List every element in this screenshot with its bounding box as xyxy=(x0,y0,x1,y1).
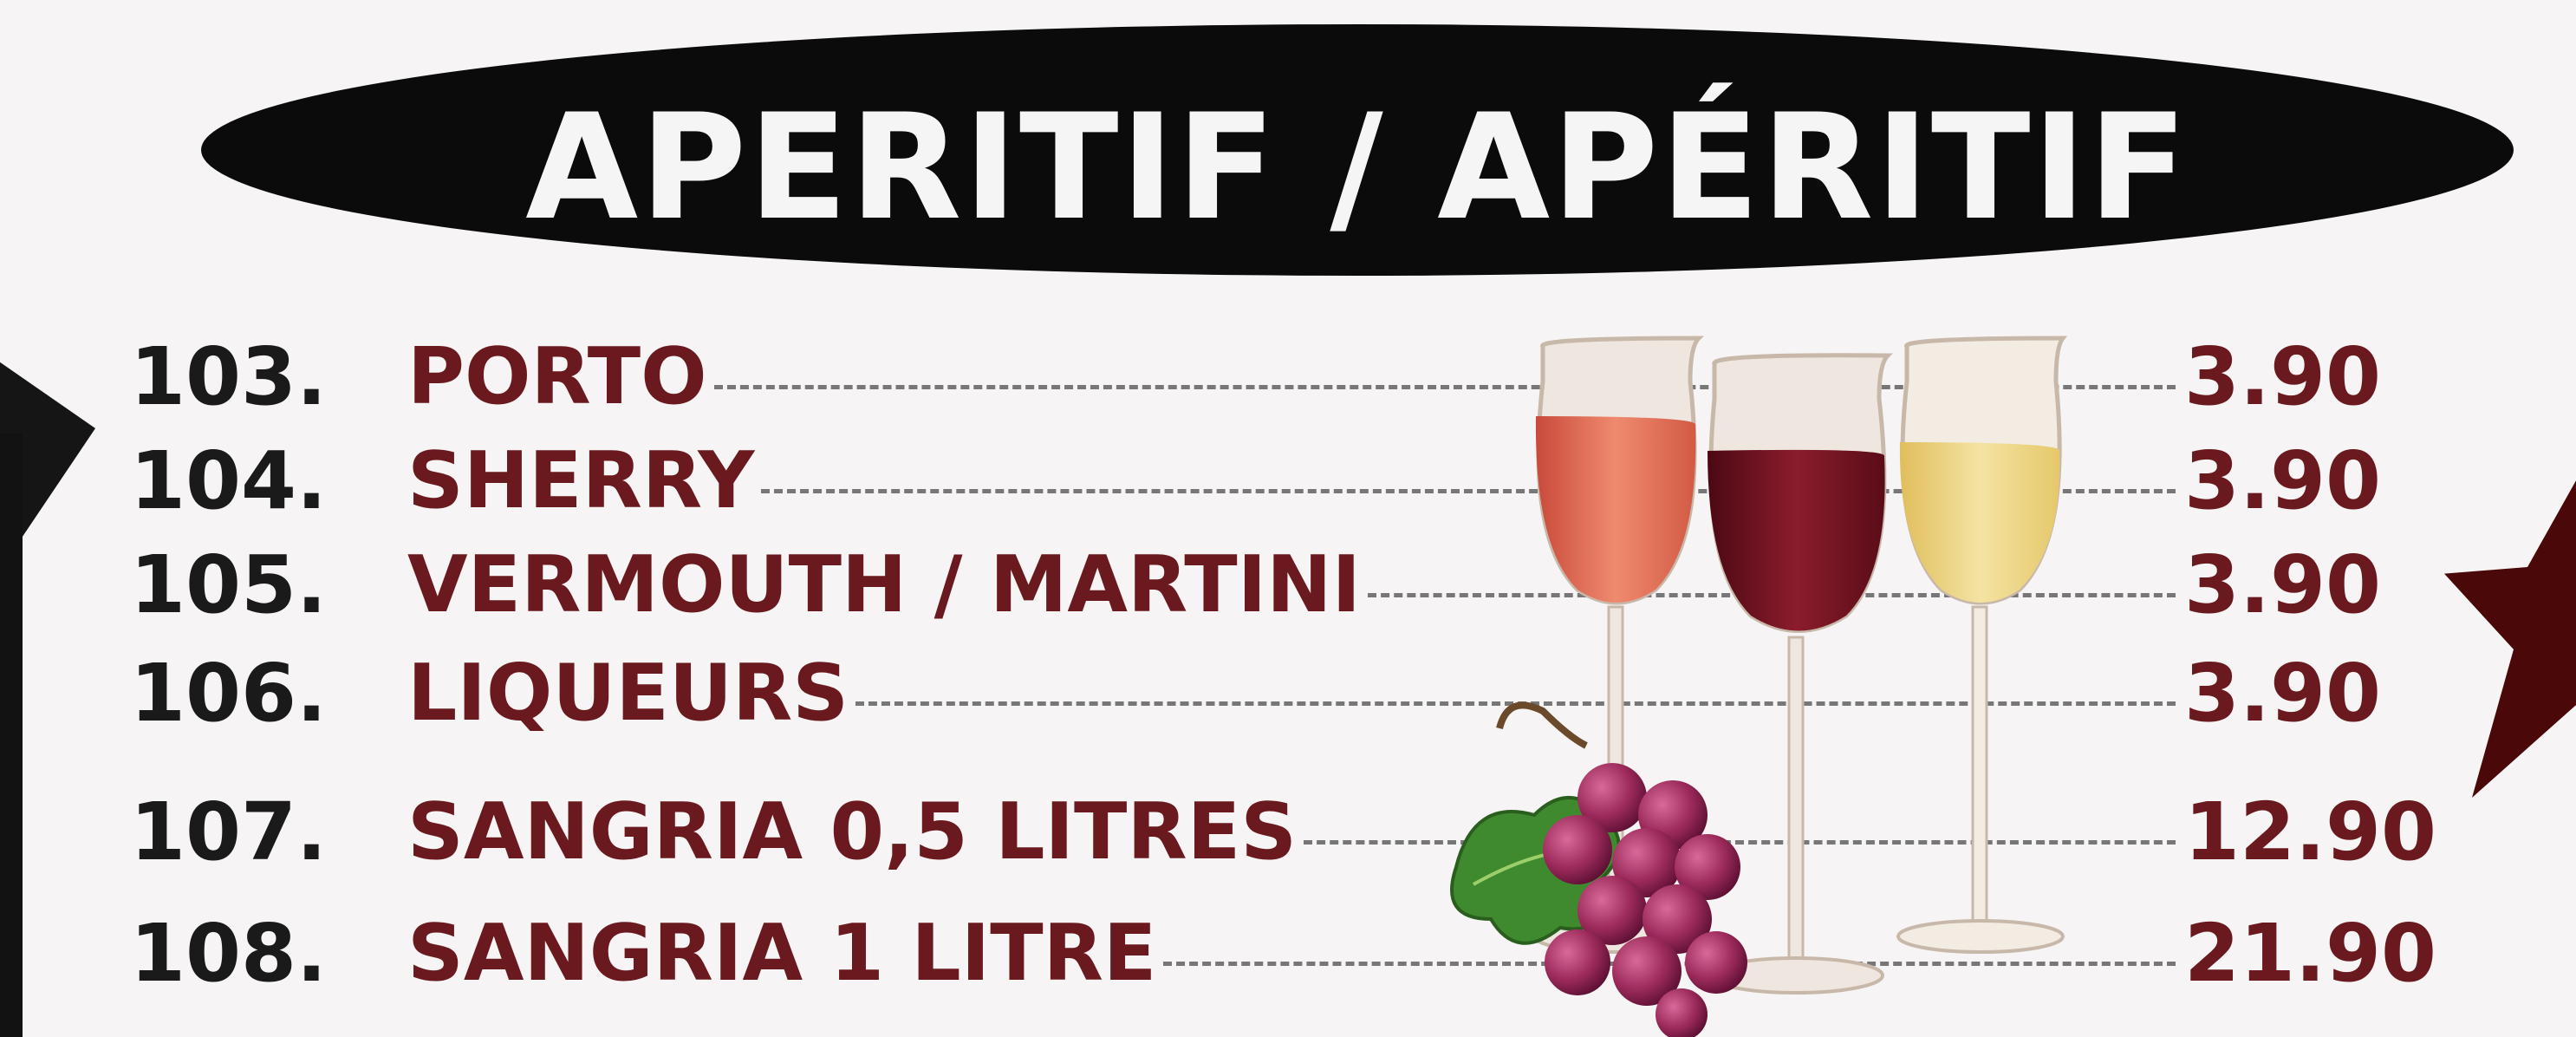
item-number: 107. xyxy=(130,786,327,878)
wine-glasses-illustration xyxy=(1450,336,2068,1037)
item-name: SHERRY xyxy=(407,435,755,526)
item-price: 21.90 xyxy=(2184,907,2437,1000)
item-name: SANGRIA 0,5 LITRES xyxy=(407,786,1298,877)
item-number: 108. xyxy=(130,907,327,1000)
menu-item: 105. VERMOUTH / MARTINI 3.90 xyxy=(0,533,2576,637)
item-number: 106. xyxy=(130,647,327,740)
menu-item: 107. SANGRIA 0,5 LITRES 12.90 xyxy=(0,780,2576,884)
item-number: 105. xyxy=(130,538,327,631)
grape-bunch-icon xyxy=(1450,701,1747,1037)
item-price: 3.90 xyxy=(2184,538,2381,631)
item-number: 103. xyxy=(130,330,327,423)
item-name: VERMOUTH / MARTINI xyxy=(407,539,1361,630)
item-name: LIQUEURS xyxy=(407,648,849,739)
menu-item: 103. PORTO 3.90 xyxy=(0,325,2576,429)
item-price: 3.90 xyxy=(2184,434,2381,527)
item-number: 104. xyxy=(130,434,327,527)
menu-item: 108. SANGRIA 1 LITRE 21.90 xyxy=(0,902,2576,1006)
item-name: PORTO xyxy=(407,331,707,422)
menu-list: 103. PORTO 3.90 104. SHERRY 3.90 105. VE… xyxy=(0,0,2576,1037)
item-price: 12.90 xyxy=(2184,786,2437,878)
item-price: 3.90 xyxy=(2184,330,2381,423)
menu-item: 104. SHERRY 3.90 xyxy=(0,429,2576,533)
white-wine-glass-icon xyxy=(1896,336,2068,954)
item-price: 3.90 xyxy=(2184,647,2381,740)
item-name: SANGRIA 1 LITRE xyxy=(407,908,1157,999)
red-wine-glass-icon xyxy=(1708,353,1893,995)
menu-item: 106. LIQUEURS 3.90 xyxy=(0,642,2576,746)
menu-page: APERITIF / APÉRITIF 103. PORTO 3.90 104.… xyxy=(0,0,2576,1037)
